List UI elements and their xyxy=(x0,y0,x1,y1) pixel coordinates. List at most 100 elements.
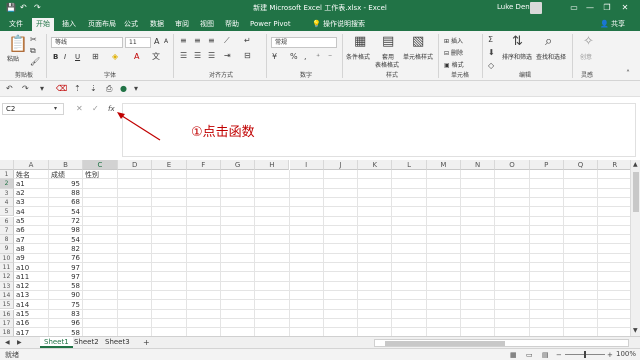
sort-filter-button[interactable]: 排序和筛选 xyxy=(502,52,532,61)
tab-help[interactable]: 帮助 xyxy=(221,18,243,31)
cell-styles-icon[interactable]: ▧ xyxy=(412,34,424,49)
column-header-p[interactable]: P xyxy=(529,160,564,170)
horizontal-scrollbar[interactable] xyxy=(374,339,629,347)
row-header[interactable]: 3 xyxy=(0,188,14,198)
row-header[interactable]: 2 xyxy=(0,179,14,189)
tab-data[interactable]: 数据 xyxy=(146,18,168,31)
phonetic-icon[interactable]: 文 xyxy=(152,52,160,62)
shrink-font-button[interactable]: A xyxy=(164,38,168,45)
tab-formulas[interactable]: 公式 xyxy=(120,18,142,31)
row-header[interactable]: 17 xyxy=(0,318,14,329)
column-header-l[interactable]: L xyxy=(392,160,427,170)
italic-button[interactable]: I xyxy=(64,53,66,61)
percent-icon[interactable]: % xyxy=(290,52,298,62)
customize-qat-icon[interactable]: ▾ xyxy=(134,84,138,94)
sheet-tab-2[interactable]: Sheet2 xyxy=(70,337,103,348)
cell-b18[interactable]: 58 xyxy=(49,329,80,336)
horizontal-scroll-thumb[interactable] xyxy=(385,341,505,346)
grow-font-button[interactable]: A xyxy=(154,37,159,46)
decimal-increase-icon[interactable]: ⁺ xyxy=(316,52,320,62)
column-header-h[interactable]: H xyxy=(255,160,290,170)
row-header[interactable]: 10 xyxy=(0,253,14,263)
zoom-slider-thumb[interactable] xyxy=(584,351,586,358)
tab-file[interactable]: 文件 xyxy=(5,18,27,31)
format-as-table-icon[interactable]: ▤ xyxy=(382,34,394,49)
tab-review[interactable]: 审阅 xyxy=(171,18,193,31)
autosum-icon[interactable]: Σ xyxy=(488,35,493,45)
ribbon-display-icon[interactable]: ▭ xyxy=(568,2,580,14)
find-select-button[interactable]: 查找和选择 xyxy=(536,52,566,61)
row-header[interactable]: 12 xyxy=(0,272,14,282)
font-size-select[interactable]: 11 xyxy=(125,37,151,48)
format-painter-icon[interactable]: 🖌 xyxy=(30,57,40,67)
sort-filter-icon[interactable]: ⇅ xyxy=(512,34,523,49)
tell-me-search[interactable]: 💡 操作说明搜索 xyxy=(312,18,365,31)
close-button[interactable]: ✕ xyxy=(619,2,631,14)
borders-icon[interactable]: ⊞ xyxy=(92,52,99,62)
row-header[interactable]: 13 xyxy=(0,281,14,291)
column-header-i[interactable]: I xyxy=(289,160,324,170)
sort-ascending-icon[interactable]: ⇡ xyxy=(74,84,81,94)
spreadsheet-grid[interactable]: ABCDEFGHIJKLMNOPQR 1 姓名 成绩 性别 2 a1 95 3 a2 88 4 a3 6… xyxy=(0,160,630,336)
row-header[interactable]: 15 xyxy=(0,300,14,310)
tab-view[interactable]: 视图 xyxy=(196,18,218,31)
font-name-select[interactable]: 等线 xyxy=(51,37,123,48)
ideas-button[interactable]: 创意 xyxy=(580,52,592,61)
share-button[interactable]: 👤 共享 xyxy=(600,18,625,31)
format-cells-button[interactable]: ▣ 格式 xyxy=(444,60,464,69)
row-header[interactable]: 4 xyxy=(0,197,14,208)
cell-a18[interactable]: a17 xyxy=(16,329,29,336)
column-header-m[interactable]: M xyxy=(426,160,461,170)
sort-descending-icon[interactable]: ⇣ xyxy=(90,84,97,94)
merge-center-icon[interactable]: ⊟ xyxy=(244,51,251,61)
delete-cells-button[interactable]: ⊟ 删除 xyxy=(444,48,463,57)
column-header-r[interactable]: R xyxy=(598,160,630,170)
paste-icon[interactable]: 📋 xyxy=(8,35,28,53)
currency-icon[interactable]: ¥ xyxy=(272,52,277,62)
undo-icon[interactable]: ↶ xyxy=(6,84,13,94)
column-header-g[interactable]: G xyxy=(220,160,256,170)
row-header[interactable]: 9 xyxy=(0,244,14,254)
row-header[interactable]: 11 xyxy=(0,263,14,273)
indent-icon[interactable]: ⇥ xyxy=(224,51,231,61)
conditional-format-icon[interactable]: ▦ xyxy=(354,34,366,49)
page-layout-view-icon[interactable]: ▭ xyxy=(526,350,533,360)
row-header[interactable]: 1 xyxy=(0,170,14,180)
print-icon[interactable]: ⎙ xyxy=(106,84,112,94)
row-header[interactable]: 18 xyxy=(0,328,14,336)
paste-button[interactable]: 粘贴 xyxy=(7,54,19,63)
next-sheet-icon[interactable]: ▶ xyxy=(17,338,22,348)
column-header-e[interactable]: E xyxy=(152,160,187,170)
cut-icon[interactable]: ✂ xyxy=(30,35,37,45)
column-header-q[interactable]: Q xyxy=(563,160,599,170)
font-color-icon[interactable]: A xyxy=(134,52,139,62)
scroll-up-icon[interactable]: ▲ xyxy=(633,160,638,170)
cancel-icon[interactable]: ✕ xyxy=(76,104,83,114)
align-middle-icon[interactable]: ≡ xyxy=(194,36,201,46)
column-header-k[interactable]: K xyxy=(358,160,393,170)
enter-icon[interactable]: ✓ xyxy=(92,104,99,114)
restore-button[interactable]: ❐ xyxy=(601,2,613,14)
select-all-corner[interactable] xyxy=(0,160,14,170)
sheet-tab-1[interactable]: Sheet1 xyxy=(40,337,73,348)
align-left-icon[interactable]: ☰ xyxy=(180,51,187,61)
page-break-view-icon[interactable]: ▤ xyxy=(542,350,549,360)
row-header[interactable]: 14 xyxy=(0,290,14,301)
normal-view-icon[interactable]: ▦ xyxy=(510,350,517,360)
column-header-b[interactable]: B xyxy=(49,160,83,170)
comma-style-icon[interactable]: , xyxy=(304,52,307,62)
circle-icon[interactable]: ● xyxy=(120,84,127,94)
sheet-tab-3[interactable]: Sheet3 xyxy=(101,337,134,348)
dropdown-icon[interactable]: ▾ xyxy=(40,84,44,94)
row-header[interactable]: 7 xyxy=(0,225,14,236)
prev-sheet-icon[interactable]: ◀ xyxy=(5,338,10,348)
scroll-down-icon[interactable]: ▼ xyxy=(633,326,638,336)
row-header[interactable]: 16 xyxy=(0,309,14,319)
tab-page-layout[interactable]: 页面布局 xyxy=(84,18,120,31)
column-header-c[interactable]: C xyxy=(83,160,118,170)
collapse-ribbon-icon[interactable]: ˄ xyxy=(626,69,630,79)
number-format-select[interactable]: 常规 xyxy=(271,37,337,48)
wrap-text-icon[interactable]: ↵ xyxy=(244,36,251,46)
avatar[interactable] xyxy=(530,2,542,14)
user-name[interactable]: Luke Deng xyxy=(497,3,534,11)
